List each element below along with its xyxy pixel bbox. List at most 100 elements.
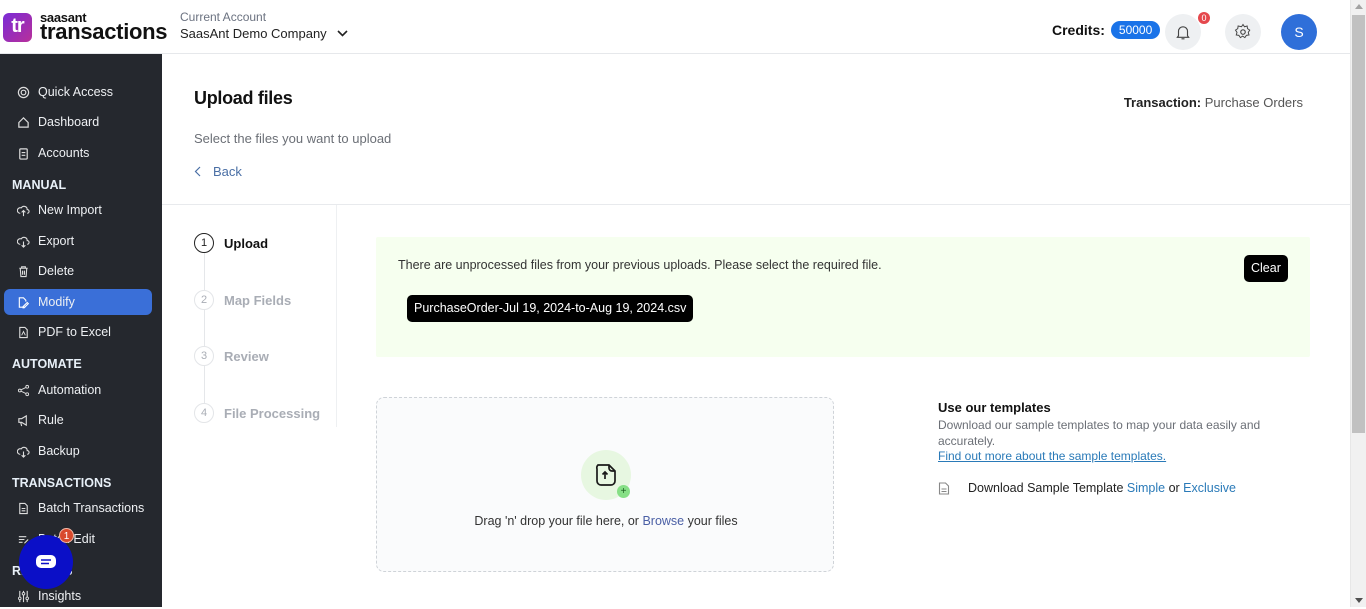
- dropzone-text-before: Drag 'n' drop your file here, or: [474, 514, 643, 528]
- back-button[interactable]: Back: [194, 164, 242, 179]
- sidebar-item-label: Batch Transactions: [38, 501, 145, 515]
- clipboard-icon: [19, 147, 28, 160]
- sidebar-item-label: Automation: [38, 383, 102, 397]
- stepper-divider: [336, 205, 337, 427]
- step-number: 3: [194, 346, 214, 366]
- simple-template-link[interactable]: Simple: [1127, 481, 1165, 495]
- step-number: 1: [194, 233, 214, 253]
- step-map-fields: 2 Map Fields: [194, 290, 291, 310]
- browse-link[interactable]: Browse: [642, 514, 684, 528]
- templates-info-link[interactable]: Find out more about the sample templates…: [938, 449, 1268, 463]
- sidebar-item-new-import[interactable]: New Import: [4, 197, 152, 223]
- page-subtitle: Select the files you want to upload: [194, 131, 392, 146]
- pdf-icon: [19, 326, 28, 338]
- sidebar-item-label: Modify: [38, 295, 75, 309]
- section-manual: MANUAL: [12, 178, 67, 192]
- previous-file-chip[interactable]: PurchaseOrder-Jul 19, 2024-to-Aug 19, 20…: [407, 295, 694, 322]
- bell-icon: [1176, 26, 1190, 40]
- document-icon: [19, 502, 28, 514]
- clear-button[interactable]: Clear: [1244, 255, 1288, 282]
- sidebar-item-delete[interactable]: Delete: [4, 258, 152, 284]
- notifications-button[interactable]: [1165, 14, 1201, 50]
- download-template-text: Download Sample Template Simple or Exclu…: [968, 481, 1236, 495]
- step-file-processing: 4 File Processing: [194, 403, 320, 423]
- page-scrollbar[interactable]: [1350, 0, 1366, 607]
- templates-description: Download our sample templates to map you…: [938, 418, 1261, 448]
- sidebar-item-label: Rule: [38, 413, 64, 427]
- back-label: Back: [213, 164, 242, 179]
- sidebar-item-batch-transactions[interactable]: Batch Transactions: [4, 495, 152, 521]
- or-text: or: [1165, 481, 1184, 495]
- current-account-label: Current Account: [180, 10, 267, 24]
- step-label: Upload: [224, 235, 269, 251]
- edit-file-icon: [18, 296, 30, 308]
- sidebar-item-quick-access[interactable]: Quick Access: [4, 79, 152, 105]
- exclusive-template-link[interactable]: Exclusive: [1183, 481, 1236, 495]
- sliders-icon: [18, 590, 29, 602]
- account-selector[interactable]: SaasAnt Demo Company: [180, 26, 348, 41]
- sidebar-item-modify[interactable]: Modify: [4, 289, 152, 315]
- sidebar-item-label: Quick Access: [38, 85, 114, 99]
- section-automate: AUTOMATE: [12, 357, 82, 371]
- sidebar-item-label: Insights: [38, 589, 82, 603]
- section-transactions: TRANSACTIONS: [12, 476, 112, 490]
- sidebar-item-label: Dashboard: [38, 115, 100, 129]
- sidebar: Quick Access Dashboard Accounts MANUAL N…: [0, 54, 162, 607]
- dropzone-text-after: your files: [684, 514, 738, 528]
- cloud-upload-icon: [17, 205, 30, 216]
- account-name: SaasAnt Demo Company: [180, 26, 327, 41]
- download-template-row: Download Sample Template Simple or Exclu…: [938, 481, 1268, 495]
- settings-button[interactable]: [1225, 14, 1261, 50]
- step-label: File Processing: [224, 405, 321, 421]
- scroll-down-arrow-icon[interactable]: [1355, 598, 1363, 603]
- brand-product: transactions: [40, 19, 168, 44]
- sidebar-item-insights[interactable]: Insights: [4, 583, 152, 609]
- credits-badge: 50000: [1110, 21, 1161, 39]
- chevron-left-icon: [194, 166, 201, 177]
- share-nodes-icon: [17, 384, 30, 396]
- step-label: Review: [224, 348, 269, 364]
- file-dropzone[interactable]: + Drag 'n' drop your file here, or Brows…: [376, 397, 834, 572]
- credits: Credits: 50000: [1052, 21, 1161, 39]
- chat-unread-badge: 1: [59, 528, 74, 543]
- scroll-up-arrow-icon[interactable]: [1355, 4, 1363, 9]
- sidebar-item-dashboard[interactable]: Dashboard: [4, 109, 152, 135]
- download-prefix: Download Sample Template: [968, 481, 1127, 495]
- step-label: Map Fields: [224, 292, 292, 308]
- gear-icon: [1234, 23, 1251, 39]
- sidebar-item-accounts[interactable]: Accounts: [4, 140, 152, 166]
- unprocessed-files-notice: There are unprocessed files from your pr…: [376, 237, 1310, 357]
- transaction-label: Transaction:: [1123, 95, 1202, 110]
- divider: [162, 204, 1350, 205]
- sidebar-item-automation[interactable]: Automation: [4, 377, 152, 403]
- sidebar-item-pdf-to-excel[interactable]: PDF to Excel: [4, 319, 152, 345]
- sidebar-item-label: New Import: [38, 203, 102, 217]
- target-icon: [17, 86, 30, 98]
- sidebar-item-label: Backup: [38, 444, 80, 458]
- sidebar-item-label: Delete: [38, 264, 75, 278]
- user-avatar[interactable]: S: [1281, 14, 1317, 50]
- transaction-value: Purchase Orders: [1204, 95, 1303, 110]
- templates-panel: Use our templates Download our sample te…: [938, 400, 1268, 495]
- chat-icon: [36, 555, 56, 568]
- main-content: Upload files Select the files you want t…: [162, 54, 1350, 607]
- scrollbar-thumb[interactable]: [1352, 15, 1365, 433]
- sidebar-item-export[interactable]: Export: [4, 228, 152, 254]
- chat-button[interactable]: [19, 535, 73, 589]
- stepper-line: [204, 253, 205, 413]
- megaphone-icon: [18, 414, 27, 426]
- step-upload: 1 Upload: [194, 233, 268, 253]
- file-upload-icon: [595, 464, 616, 486]
- transaction-type: Transaction: Purchase Orders: [1124, 95, 1303, 110]
- sidebar-item-backup[interactable]: Backup: [4, 438, 152, 464]
- credits-label: Credits:: [1052, 22, 1105, 38]
- sidebar-item-label: Export: [38, 234, 75, 248]
- notifications-badge: 0: [1198, 12, 1210, 24]
- chevron-down-icon: [337, 30, 348, 37]
- templates-title: Use our templates: [938, 400, 1051, 415]
- sidebar-item-rule[interactable]: Rule: [4, 407, 152, 433]
- app-logo[interactable]: tr: [3, 13, 32, 42]
- sidebar-item-label: Accounts: [38, 146, 90, 160]
- step-number: 4: [194, 403, 214, 423]
- cloud-download-icon: [17, 236, 30, 248]
